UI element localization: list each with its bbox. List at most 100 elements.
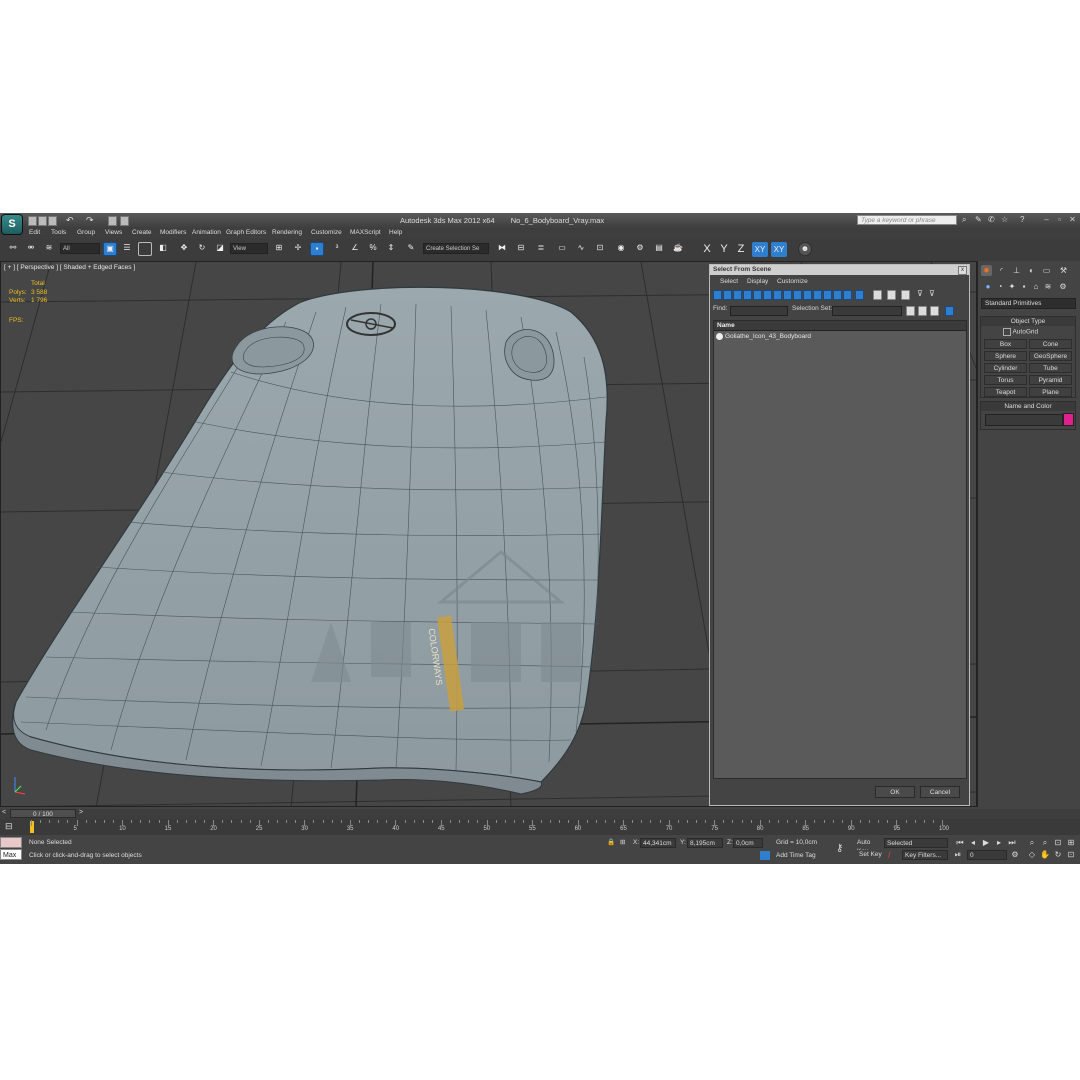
list-column-name[interactable]: Name (714, 321, 966, 331)
orbit-icon[interactable]: ↻ (1053, 850, 1063, 860)
menu-modifiers[interactable]: Modifiers (160, 229, 186, 236)
teapot-button[interactable]: Teapot (984, 387, 1027, 397)
select-manipulate-icon[interactable]: ✢ (291, 242, 305, 256)
selection-set-dropdown[interactable] (832, 306, 902, 316)
time-slider-next-icon[interactable]: > (79, 809, 83, 816)
geometry-icon[interactable]: ● (983, 282, 993, 292)
app-menu-logo-icon[interactable]: S (1, 214, 23, 235)
axis-z-button[interactable]: Z (733, 242, 749, 257)
viewport-label[interactable]: [ + ] [ Perspective ] [ Shaded + Edged F… (4, 264, 135, 271)
maxscript-listener-input[interactable] (0, 837, 22, 848)
absolute-mode-icon[interactable]: ⊞ (620, 838, 625, 846)
select-invert-icon[interactable] (901, 290, 910, 300)
selection-set-select-icon[interactable] (945, 306, 954, 316)
filter-shapes-icon[interactable] (723, 290, 732, 300)
bind-space-warp-icon[interactable]: ≋ (42, 242, 56, 256)
mini-curve-editor-icon[interactable]: ⊟ (5, 821, 17, 832)
axis-xy-button[interactable]: XY (752, 242, 768, 257)
lights-icon[interactable]: ✦ (1007, 282, 1017, 292)
lock-selection-icon[interactable]: 🔒 (607, 838, 615, 846)
menu-create[interactable]: Create (132, 229, 152, 236)
time-tag-icon[interactable] (760, 851, 770, 860)
add-time-tag[interactable]: Add Time Tag (776, 852, 816, 859)
keyboard-shortcut-override-icon[interactable]: ▪ (310, 242, 324, 256)
named-selection-set-dropdown[interactable]: Create Selection Se (423, 243, 489, 254)
maximize-icon[interactable]: ▫ (1055, 215, 1064, 224)
hierarchy-tab-icon[interactable]: ⊥ (1011, 265, 1022, 276)
minimize-icon[interactable]: – (1042, 215, 1051, 224)
motion-tab-icon[interactable]: ◐ (1026, 265, 1037, 276)
cancel-button[interactable]: Cancel (920, 786, 960, 798)
rectangular-selection-icon[interactable] (138, 242, 152, 256)
reference-coordinate-dropdown[interactable]: View (230, 243, 268, 254)
dialog-close-button[interactable]: x (958, 266, 967, 275)
sphere-button[interactable]: Sphere (984, 351, 1027, 361)
torus-button[interactable]: Torus (984, 375, 1027, 385)
ok-button[interactable]: OK (875, 786, 915, 798)
render-production-icon[interactable]: ☕ (671, 242, 685, 256)
new-file-icon[interactable] (28, 216, 37, 226)
search-input[interactable]: Type a keyword or phrase (857, 215, 957, 225)
key-mode-dropdown[interactable]: Selected (884, 838, 948, 848)
filter-hidden-icon[interactable] (823, 290, 832, 300)
pan-view-icon[interactable]: ✋ (1040, 850, 1050, 860)
selection-set-add-icon[interactable] (906, 306, 915, 316)
previous-frame-icon[interactable]: ◂ (968, 838, 978, 848)
cone-button[interactable]: Cone (1029, 339, 1072, 349)
select-link-icon[interactable]: ⚯ (6, 242, 20, 256)
current-frame-field[interactable]: 0 (967, 850, 1007, 860)
geosphere-button[interactable]: GeoSphere (1029, 351, 1072, 361)
track-bar[interactable]: ⊟ 5 10 15 20 25 30 35 40 45 50 55 60 65 70 75 80 85 90 95 1… (0, 819, 1080, 835)
select-move-icon[interactable]: ✥ (177, 242, 191, 256)
close-icon[interactable]: ✕ (1068, 215, 1077, 224)
select-rotate-icon[interactable]: ↻ (195, 242, 209, 256)
hold-icon[interactable] (108, 216, 117, 226)
cameras-icon[interactable]: ▪ (1019, 282, 1029, 292)
time-configuration-icon[interactable]: ⚙ (1010, 850, 1020, 860)
spacewarps-icon[interactable]: ≋ (1043, 282, 1053, 292)
layer-manager-icon[interactable]: ≣ (534, 242, 548, 256)
subscription-icon[interactable]: ✎ (975, 216, 983, 224)
select-by-name-icon[interactable]: ☰ (120, 242, 134, 256)
menu-group[interactable]: Group (77, 229, 95, 236)
filter-options-icon[interactable]: ⊽ (929, 290, 938, 300)
selection-set-edit-icon[interactable] (930, 306, 939, 316)
z-coord-field[interactable]: 0,0cm (733, 838, 763, 848)
menu-rendering[interactable]: Rendering (272, 229, 302, 236)
filter-containers-icon[interactable] (803, 290, 812, 300)
filter-xrefs-icon[interactable] (783, 290, 792, 300)
maxscript-mini-listener[interactable]: Max (0, 849, 22, 860)
align-icon[interactable]: ⊟ (514, 242, 528, 256)
filter-geometry-icon[interactable] (713, 290, 722, 300)
menu-graph-editors[interactable]: Graph Editors (226, 229, 266, 236)
autogrid-checkbox-box[interactable] (1003, 328, 1011, 336)
cylinder-button[interactable]: Cylinder (984, 363, 1027, 373)
go-to-start-icon[interactable]: ⏮ (955, 838, 965, 848)
set-key-button[interactable]: Set Key (857, 850, 883, 860)
find-input[interactable] (730, 306, 788, 316)
primitive-category-dropdown[interactable]: Standard Primitives (981, 298, 1076, 309)
edit-named-selection-icon[interactable]: ✎ (404, 242, 418, 256)
menu-animation[interactable]: Animation (192, 229, 221, 236)
dialog-menu-display[interactable]: Display (747, 278, 768, 285)
communication-center-icon[interactable]: ✆ (988, 216, 996, 224)
filter-groups-icon[interactable] (773, 290, 782, 300)
maximize-viewport-icon[interactable]: ⊡ (1066, 850, 1076, 860)
filter-frozen-icon[interactable] (813, 290, 822, 300)
render-setup-icon[interactable]: ⚙ (633, 242, 647, 256)
go-to-end-icon[interactable]: ⏭ (1007, 838, 1017, 848)
pyramid-button[interactable]: Pyramid (1029, 375, 1072, 385)
selection-filter-dropdown[interactable]: All (60, 243, 100, 254)
material-editor-icon[interactable]: ◉ (614, 242, 628, 256)
zoom-extents-icon[interactable]: ⊡ (1053, 838, 1063, 848)
rendered-frame-window-icon[interactable]: ▤ (652, 242, 666, 256)
undo-icon[interactable]: ↶ (66, 216, 74, 225)
autogrid-checkbox[interactable]: AutoGrid (1003, 328, 1038, 336)
save-file-icon[interactable] (48, 216, 57, 226)
pivot-center-icon[interactable]: ⊞ (272, 242, 286, 256)
scene-object-list[interactable]: Name Goliathe_Icon_43_Bodyboard (713, 320, 967, 779)
window-crossing-icon[interactable]: ◧ (156, 242, 170, 256)
key-icon[interactable]: ⚷ (836, 843, 843, 854)
zoom-all-icon[interactable]: ⌕ (1040, 838, 1050, 848)
y-coord-field[interactable]: 8,195cm (687, 838, 723, 848)
